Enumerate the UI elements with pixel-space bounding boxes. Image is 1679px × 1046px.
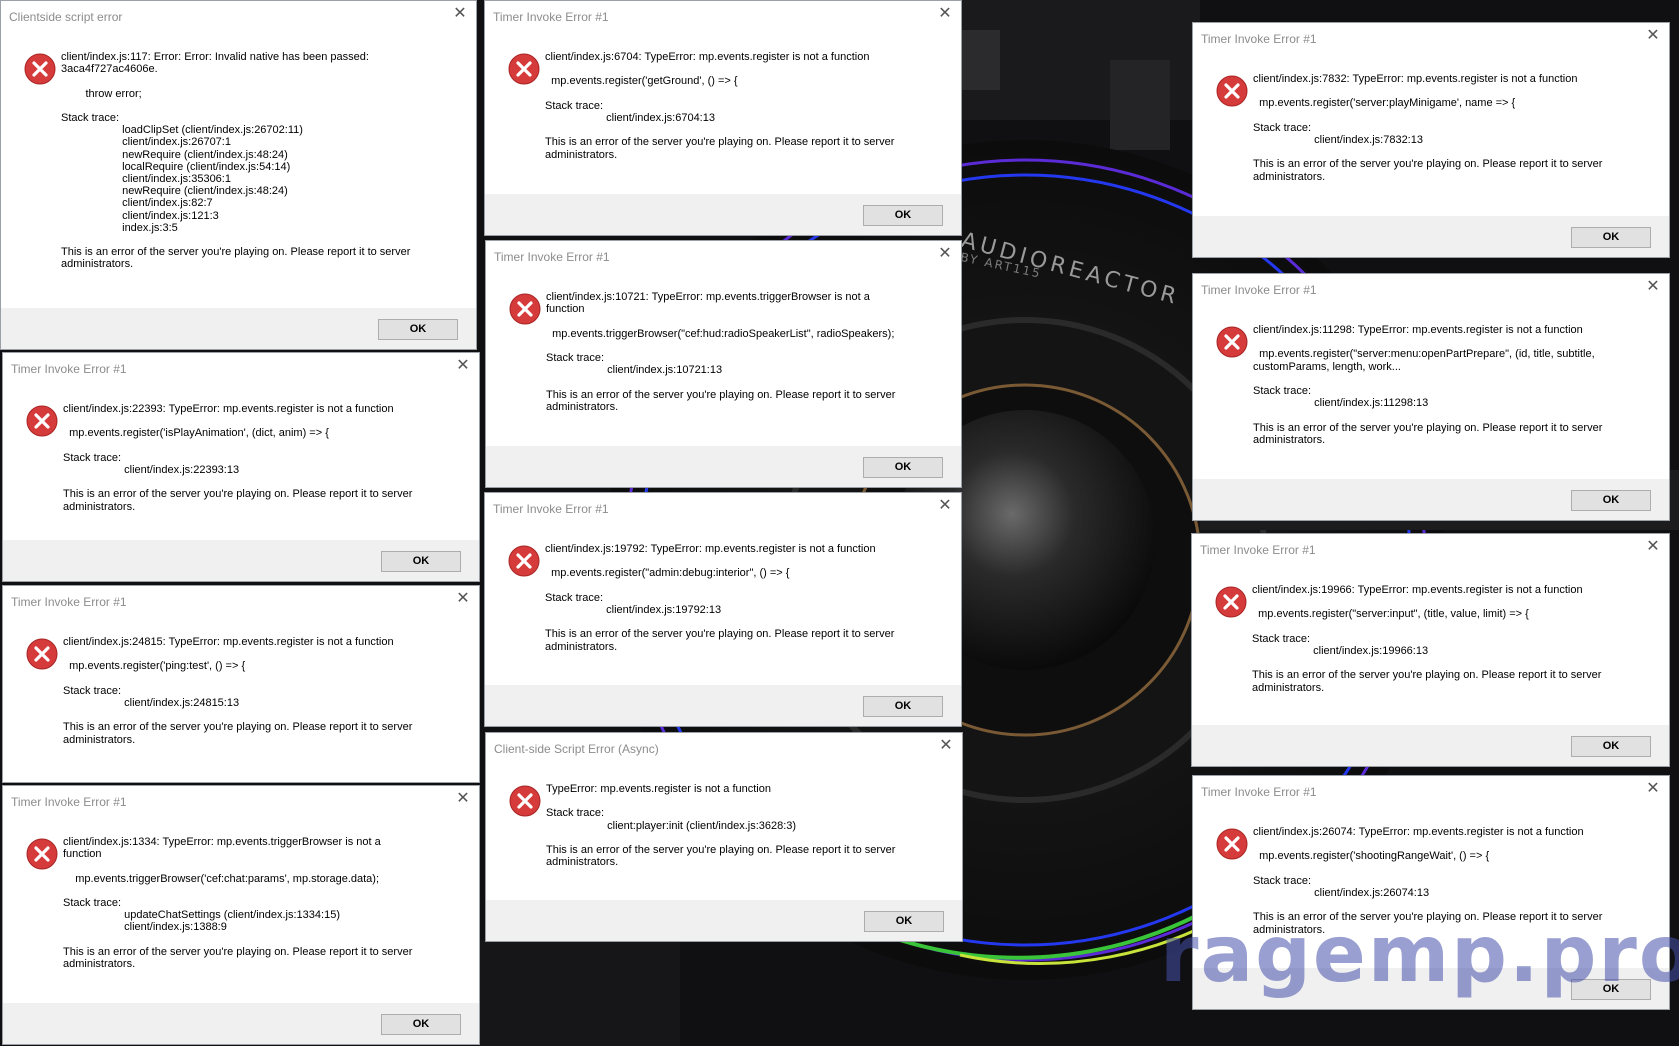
close-icon[interactable]: ✕ xyxy=(456,791,470,807)
close-icon[interactable]: ✕ xyxy=(1646,28,1660,44)
ok-button[interactable]: OK xyxy=(1571,490,1651,511)
error-dialog: Timer Invoke Error #1 ✕ client/index.js:… xyxy=(1191,533,1670,767)
error-icon xyxy=(1216,828,1248,860)
close-icon[interactable]: ✕ xyxy=(1646,539,1660,555)
error-icon xyxy=(508,53,540,85)
dialog-footer: OK xyxy=(1193,479,1669,520)
dialog-footer: OK xyxy=(1,308,476,349)
error-icon xyxy=(1216,75,1248,107)
close-icon[interactable]: ✕ xyxy=(1646,279,1660,295)
error-message: client/index.js:7832: TypeError: mp.even… xyxy=(1253,73,1603,183)
dialog-footer: OK xyxy=(3,540,479,581)
error-icon xyxy=(508,545,540,577)
error-dialog: Timer Invoke Error #1 ✕ client/index.js:… xyxy=(484,0,962,236)
ok-button[interactable]: OK xyxy=(1571,736,1651,757)
close-icon[interactable]: ✕ xyxy=(453,6,467,22)
dialog-title: Timer Invoke Error #1 xyxy=(11,595,127,609)
error-dialog: Timer Invoke Error #1 ✕ client/index.js:… xyxy=(1192,22,1670,258)
error-message: client/index.js:117: Error: Error: Inval… xyxy=(61,51,411,271)
dialog-title: Timer Invoke Error #1 xyxy=(1201,785,1317,799)
error-message: client/index.js:1334: TypeError: mp.even… xyxy=(63,836,413,971)
error-message: client/index.js:10721: TypeError: mp.eve… xyxy=(546,291,896,413)
error-dialog: Client-side Script Error (Async) ✕ TypeE… xyxy=(485,732,963,942)
error-dialog: Clientside script error ✕ client/index.j… xyxy=(0,0,477,350)
error-icon xyxy=(509,785,541,817)
ok-button[interactable]: OK xyxy=(1571,227,1651,248)
error-icon xyxy=(509,293,541,325)
error-message: client/index.js:6704: TypeError: mp.even… xyxy=(545,51,895,161)
error-icon xyxy=(24,53,56,85)
error-dialog: Timer Invoke Error #1 ✕ client/index.js:… xyxy=(2,352,480,582)
error-message: client/index.js:19966: TypeError: mp.eve… xyxy=(1252,584,1602,694)
dialog-footer: OK xyxy=(3,1003,479,1044)
error-message: client/index.js:22393: TypeError: mp.eve… xyxy=(63,403,413,513)
dialog-footer: OK xyxy=(486,446,961,487)
dialog-footer: OK xyxy=(485,194,961,235)
dialog-footer: OK xyxy=(485,685,961,726)
ok-button[interactable]: OK xyxy=(863,696,943,717)
dialog-title: Timer Invoke Error #1 xyxy=(494,250,610,264)
error-dialog: Timer Invoke Error #1 ✕ client/index.js:… xyxy=(1192,273,1670,521)
dialog-title: Client-side Script Error (Async) xyxy=(494,742,659,756)
error-message: client/index.js:19792: TypeError: mp.eve… xyxy=(545,543,895,653)
dialog-title: Timer Invoke Error #1 xyxy=(11,362,127,376)
ok-button[interactable]: OK xyxy=(381,1014,461,1035)
close-icon[interactable]: ✕ xyxy=(938,246,952,262)
error-icon xyxy=(26,405,58,437)
close-icon[interactable]: ✕ xyxy=(939,738,953,754)
ok-button[interactable]: OK xyxy=(863,457,943,478)
close-icon[interactable]: ✕ xyxy=(456,358,470,374)
error-dialog: Timer Invoke Error #1 ✕ client/index.js:… xyxy=(485,240,962,488)
ok-button[interactable]: OK xyxy=(864,911,944,932)
dialog-title: Timer Invoke Error #1 xyxy=(11,795,127,809)
dialog-title: Timer Invoke Error #1 xyxy=(493,502,609,516)
dialog-title: Clientside script error xyxy=(9,10,123,24)
ok-button[interactable]: OK xyxy=(378,319,458,340)
error-icon xyxy=(26,638,58,670)
close-icon[interactable]: ✕ xyxy=(1646,781,1660,797)
close-icon[interactable]: ✕ xyxy=(938,6,952,22)
error-icon xyxy=(1216,326,1248,358)
close-icon[interactable]: ✕ xyxy=(456,591,470,607)
dialog-title: Timer Invoke Error #1 xyxy=(1200,543,1316,557)
error-dialog: Timer Invoke Error #1 ✕ client/index.js:… xyxy=(2,585,480,783)
dialog-title: Timer Invoke Error #1 xyxy=(1201,283,1317,297)
dialog-title: Timer Invoke Error #1 xyxy=(1201,32,1317,46)
dialog-footer: OK xyxy=(486,900,962,941)
error-message: client/index.js:11298: TypeError: mp.eve… xyxy=(1253,324,1603,446)
error-dialog: Timer Invoke Error #1 ✕ client/index.js:… xyxy=(2,785,480,1045)
error-icon xyxy=(1215,586,1247,618)
error-icon xyxy=(26,838,58,870)
ok-button[interactable]: OK xyxy=(381,551,461,572)
error-message: TypeError: mp.events.register is not a f… xyxy=(546,783,896,869)
dialog-footer: OK xyxy=(1192,725,1669,766)
error-dialog: Timer Invoke Error #1 ✕ client/index.js:… xyxy=(484,492,962,727)
close-icon[interactable]: ✕ xyxy=(938,498,952,514)
dialog-footer: OK xyxy=(1193,216,1669,257)
ok-button[interactable]: OK xyxy=(863,205,943,226)
dialog-title: Timer Invoke Error #1 xyxy=(493,10,609,24)
site-watermark: ragemp.pro xyxy=(1160,910,1679,1000)
error-message: client/index.js:24815: TypeError: mp.eve… xyxy=(63,636,413,746)
